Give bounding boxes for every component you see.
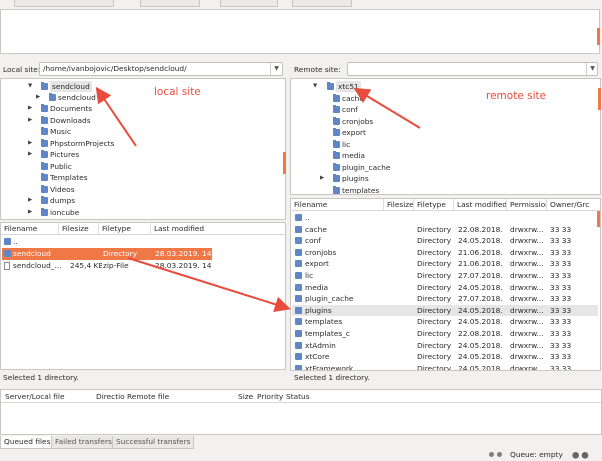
- annotation-arrows: [95, 86, 421, 313]
- arrow-to-local-sendcloud: [95, 86, 137, 147]
- arrow-to-remote-plugins: [127, 257, 291, 313]
- arrow-to-remote-xtc51: [353, 87, 421, 129]
